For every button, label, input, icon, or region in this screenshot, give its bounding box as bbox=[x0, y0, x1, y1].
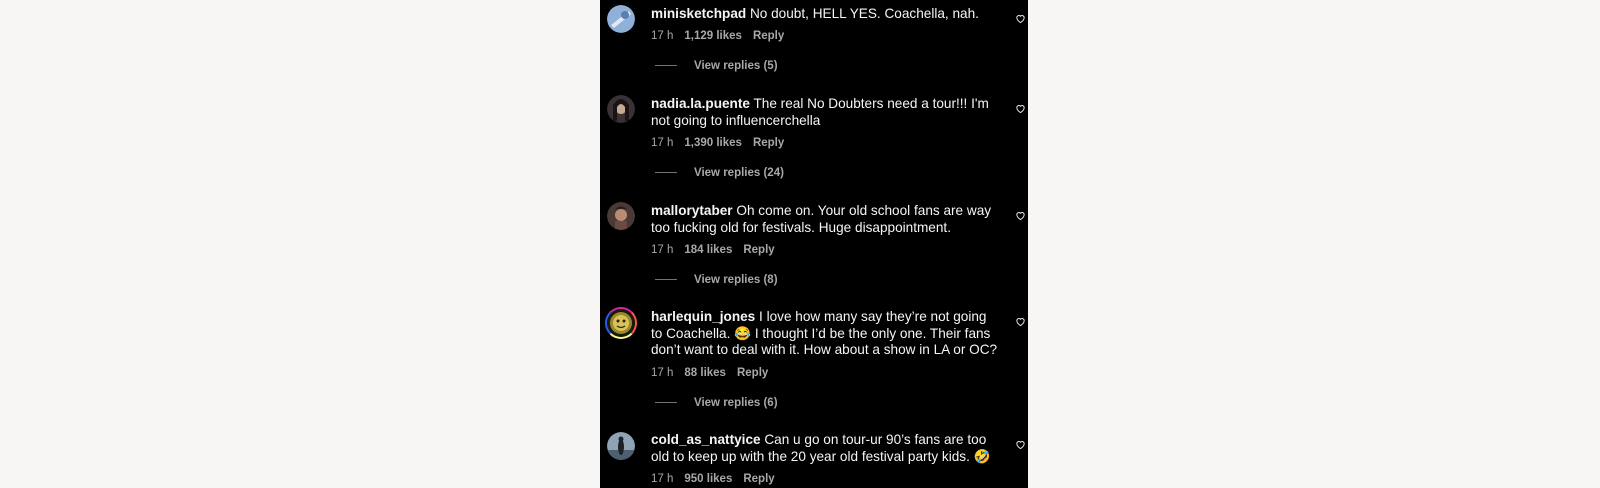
reply-button[interactable]: Reply bbox=[737, 367, 768, 379]
avatar[interactable] bbox=[607, 95, 635, 123]
comment-time: 17 h bbox=[651, 367, 674, 379]
comment-time: 17 h bbox=[651, 30, 674, 42]
heart-outline-icon[interactable] bbox=[1015, 13, 1026, 24]
comment-likes[interactable]: 950 likes bbox=[684, 473, 732, 485]
comment-text: No doubt, HELL YES. Coachella, nah. bbox=[749, 6, 979, 21]
view-replies-button[interactable]: View replies (6) bbox=[655, 397, 778, 409]
comment-time: 17 h bbox=[651, 244, 674, 256]
comment-meta: 17 h 184 likes Reply bbox=[651, 243, 786, 257]
reply-button[interactable]: Reply bbox=[743, 244, 774, 256]
comment-meta: 17 h 88 likes Reply bbox=[651, 366, 779, 380]
heart-outline-icon[interactable] bbox=[1015, 439, 1026, 450]
comment-username[interactable]: harlequin_jones bbox=[651, 309, 755, 324]
comment-body: mallorytaber Oh come on. Your old school… bbox=[651, 203, 1001, 236]
view-replies-label: View replies (8) bbox=[694, 274, 778, 286]
comments-panel: minisketchpad No doubt, HELL YES. Coache… bbox=[600, 0, 1028, 488]
view-replies-label: View replies (6) bbox=[694, 397, 778, 409]
divider-line bbox=[655, 65, 677, 67]
divider-line bbox=[655, 402, 677, 404]
comment-username[interactable]: nadia.la.puente bbox=[651, 96, 750, 111]
avatar[interactable] bbox=[607, 432, 635, 460]
comment-likes[interactable]: 184 likes bbox=[684, 244, 732, 256]
view-replies-button[interactable]: View replies (24) bbox=[655, 167, 784, 179]
heart-outline-icon[interactable] bbox=[1015, 316, 1026, 327]
comment-username[interactable]: mallorytaber bbox=[651, 203, 733, 218]
view-replies-button[interactable]: View replies (8) bbox=[655, 274, 778, 286]
view-replies-button[interactable]: View replies (5) bbox=[655, 60, 778, 72]
avatar[interactable] bbox=[607, 202, 635, 230]
avatar[interactable] bbox=[607, 5, 635, 33]
comment-username[interactable]: minisketchpad bbox=[651, 6, 746, 21]
comment-meta: 17 h 1,390 likes Reply bbox=[651, 136, 795, 150]
view-replies-label: View replies (24) bbox=[694, 167, 784, 179]
comment-body: cold_as_nattyice Can u go on tour-ur 90’… bbox=[651, 432, 1001, 465]
heart-outline-icon[interactable] bbox=[1015, 103, 1026, 114]
reply-button[interactable]: Reply bbox=[753, 30, 784, 42]
avatar-story-ring[interactable] bbox=[605, 307, 637, 339]
comment-time: 17 h bbox=[651, 137, 674, 149]
comment-username[interactable]: cold_as_nattyice bbox=[651, 432, 761, 447]
comment-likes[interactable]: 88 likes bbox=[684, 367, 726, 379]
divider-line bbox=[655, 172, 677, 174]
comment-time: 17 h bbox=[651, 473, 674, 485]
comment-body: harlequin_jones I love how many say they… bbox=[651, 309, 1001, 359]
comment-likes[interactable]: 1,129 likes bbox=[684, 30, 742, 42]
view-replies-label: View replies (5) bbox=[694, 60, 778, 72]
reply-button[interactable]: Reply bbox=[743, 473, 774, 485]
divider-line bbox=[655, 279, 677, 281]
comment-body: nadia.la.puente The real No Doubters nee… bbox=[651, 96, 1001, 129]
comment-meta: 17 h 950 likes Reply bbox=[651, 472, 786, 486]
comment-meta: 17 h 1,129 likes Reply bbox=[651, 29, 795, 43]
heart-outline-icon[interactable] bbox=[1015, 210, 1026, 221]
comment-body: minisketchpad No doubt, HELL YES. Coache… bbox=[651, 6, 1001, 23]
comment-likes[interactable]: 1,390 likes bbox=[684, 137, 742, 149]
reply-button[interactable]: Reply bbox=[753, 137, 784, 149]
